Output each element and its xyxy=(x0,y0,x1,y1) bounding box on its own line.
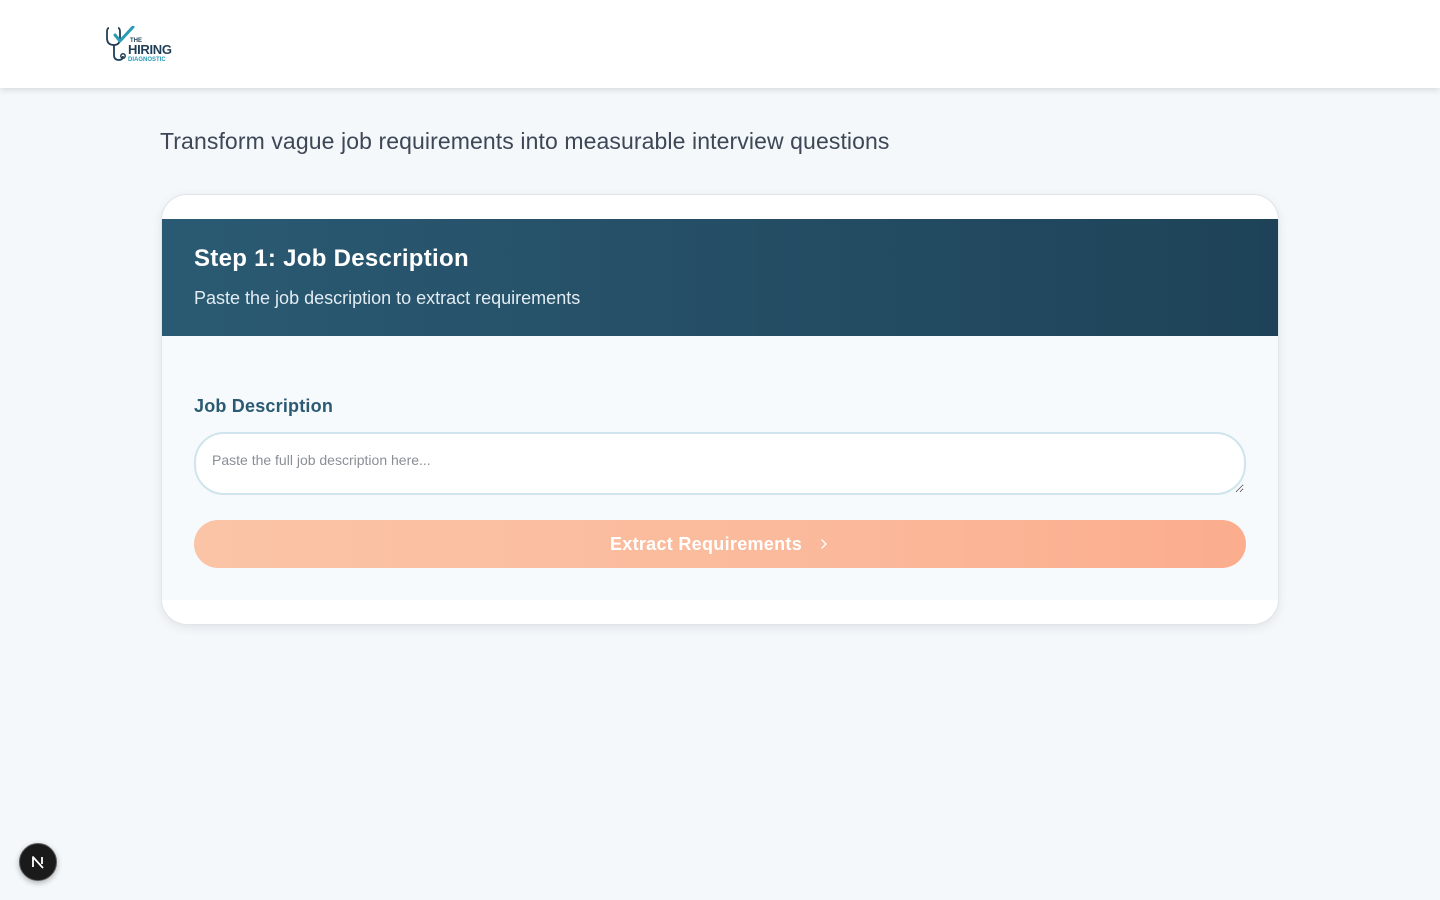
svg-text:HIRING: HIRING xyxy=(128,42,172,57)
step-subtitle: Paste the job description to extract req… xyxy=(194,288,581,308)
hiring-diagnostic-logo[interactable]: THE HIRING DIAGNOSTIC xyxy=(106,25,178,64)
step-card-header: Step 1: Job Description Paste the job de… xyxy=(162,219,1278,336)
step-card: Step 1: Job Description Paste the job de… xyxy=(161,194,1279,625)
top-navigation-bar: THE HIRING DIAGNOSTIC xyxy=(0,0,1440,88)
step-title: Step 1: Job Description xyxy=(194,245,469,272)
job-description-label: Job Description xyxy=(194,396,334,416)
stethoscope-check-icon: THE HIRING DIAGNOSTIC xyxy=(106,25,172,63)
step-card-body: Job Description Extract Requirements xyxy=(162,336,1278,600)
extract-requirements-label: Extract Requirements xyxy=(609,533,803,554)
svg-text:DIAGNOSTIC: DIAGNOSTIC xyxy=(128,57,166,63)
page-tagline: Transform vague job requirements into me… xyxy=(160,128,890,154)
chevron-right-icon xyxy=(821,539,827,549)
nextjs-dev-indicator[interactable] xyxy=(19,843,57,881)
job-description-input[interactable] xyxy=(194,432,1246,495)
nextjs-icon xyxy=(32,856,44,869)
extract-requirements-button[interactable]: Extract Requirements xyxy=(194,520,1246,568)
